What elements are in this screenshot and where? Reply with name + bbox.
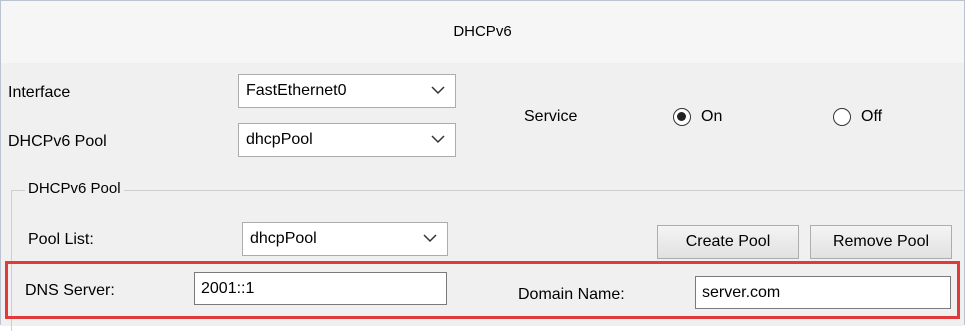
service-off-label[interactable]: Off: [861, 108, 882, 126]
service-label: Service: [524, 108, 578, 125]
dhcpv6-pool-groupbox: [11, 190, 965, 331]
title-bar: DHCPv6: [1, 1, 964, 64]
interface-select[interactable]: FastEthernet0: [238, 74, 456, 108]
domain-name-field[interactable]: server.com: [695, 276, 951, 309]
pool-list-select[interactable]: dhcpPool: [242, 222, 448, 256]
radio-dot: [677, 112, 686, 121]
dhcpv6-pool-label: DHCPv6 Pool: [8, 133, 107, 150]
window-title: DHCPv6: [453, 23, 512, 40]
pool-list-label: Pool List:: [28, 231, 94, 248]
dns-server-field[interactable]: 2001::1: [194, 272, 447, 305]
create-pool-button[interactable]: Create Pool: [657, 225, 799, 259]
radio-selected-icon[interactable]: [673, 108, 691, 126]
chevron-down-icon: [431, 135, 445, 144]
remove-pool-button[interactable]: Remove Pool: [810, 225, 952, 259]
interface-label: Interface: [8, 84, 71, 101]
dhcpv6-window: DHCPv6 Interface FastEthernet0 Service O…: [0, 0, 965, 331]
chevron-down-icon: [431, 86, 445, 95]
domain-name-label: Domain Name:: [518, 286, 625, 303]
interface-select-value: FastEthernet0: [246, 82, 347, 99]
chevron-down-icon: [423, 234, 437, 243]
pool-list-select-value: dhcpPool: [250, 230, 317, 247]
dns-server-label: DNS Server:: [25, 282, 115, 299]
service-on-label[interactable]: On: [701, 108, 722, 126]
dhcpv6-pool-select[interactable]: dhcpPool: [238, 123, 456, 157]
radio-unselected-icon[interactable]: [833, 108, 851, 126]
dhcpv6-pool-select-value: dhcpPool: [246, 131, 313, 148]
dhcpv6-pool-group-legend: DHCPv6 Pool: [25, 180, 124, 197]
